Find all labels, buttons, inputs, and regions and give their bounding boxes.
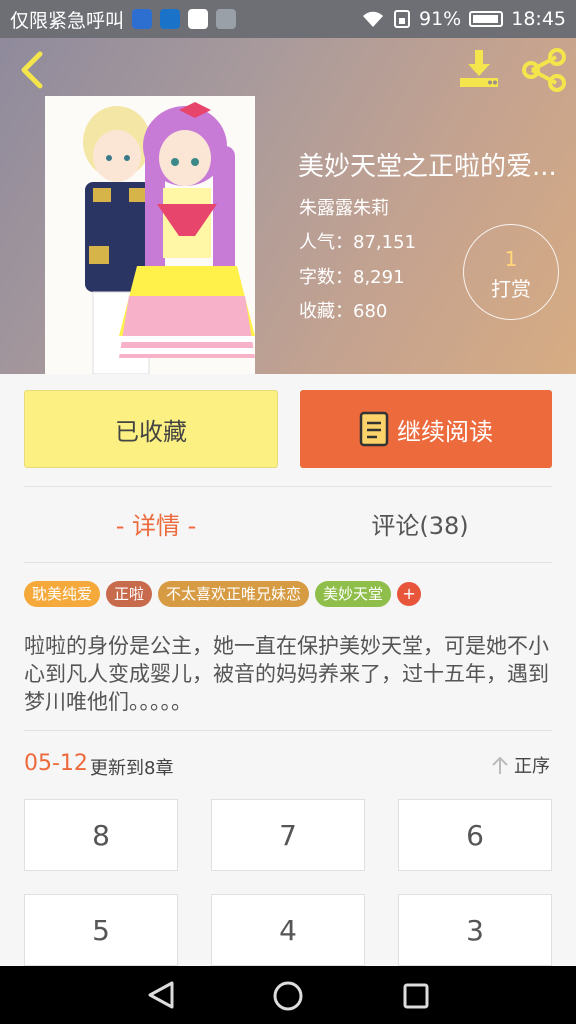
tag-item[interactable]: 正啦: [106, 581, 153, 607]
reward-label: 打赏: [491, 277, 531, 301]
book-synopsis: 啦啦的身份是公主，她一直在保护美妙天堂，可是她不小心到凡人变成婴儿，被音的妈妈养…: [24, 634, 549, 714]
divider: [24, 486, 552, 487]
word-count-stat: 字数：8,291: [299, 267, 405, 288]
wifi-icon: [363, 11, 383, 27]
chapter-button[interactable]: 7: [211, 799, 365, 871]
reward-count: 1: [504, 247, 518, 271]
chapter-button[interactable]: 5: [24, 894, 178, 966]
status-bar: 仅限紧急呼叫 91% 18:45: [0, 0, 576, 38]
reward-button[interactable]: 1 打赏: [463, 224, 559, 320]
chapter-button[interactable]: 8: [24, 799, 178, 871]
tab-detail[interactable]: - 详情 -: [56, 506, 256, 541]
clock: 18:45: [511, 8, 566, 30]
book-title: 美妙天堂之正啦的爱...: [298, 152, 557, 182]
share-icon[interactable]: [520, 48, 568, 92]
collections-stat: 收藏：680: [299, 301, 388, 322]
collected-label: 已收藏: [115, 417, 187, 446]
add-tag-button[interactable]: +: [397, 582, 422, 606]
tag-item[interactable]: 美妙天堂: [315, 581, 392, 607]
chapter-button[interactable]: 4: [211, 894, 365, 966]
app-icon-blue-k: [132, 9, 153, 29]
continue-reading-button[interactable]: 继续阅读: [300, 390, 552, 468]
popularity-stat: 人气：87,151: [299, 232, 416, 253]
update-status: 更新到8章: [90, 758, 174, 779]
chapter-button[interactable]: 6: [398, 799, 552, 871]
tag-item[interactable]: 耽美纯爱: [24, 581, 101, 607]
sort-order-button[interactable]: 正序: [490, 752, 550, 778]
back-arrow-icon[interactable]: [14, 50, 50, 90]
tag-list: 耽美纯爱 正啦 不太喜欢正唯兄妹恋 美妙天堂 +: [24, 581, 422, 607]
download-icon[interactable]: [456, 48, 502, 90]
emergency-calls-text: 仅限紧急呼叫: [10, 9, 125, 32]
recent-square-icon[interactable]: [402, 982, 430, 1010]
tag-item[interactable]: 不太喜欢正唯兄妹恋: [158, 581, 310, 607]
collected-button[interactable]: 已收藏: [24, 390, 278, 468]
back-triangle-icon[interactable]: [146, 980, 176, 1010]
battery-icon: [469, 11, 504, 27]
continue-reading-label: 继续阅读: [397, 417, 493, 446]
book-icon: [359, 411, 389, 447]
book-cover-image[interactable]: [45, 96, 255, 374]
update-date: 05-12: [24, 751, 88, 776]
battery-percent: 91%: [419, 8, 462, 30]
sort-order-label: 正序: [514, 756, 550, 777]
app-icon-blue: [160, 9, 181, 29]
system-nav-bar: [0, 966, 576, 1024]
book-author[interactable]: 朱露露朱莉: [299, 194, 389, 220]
divider: [24, 730, 552, 731]
chapter-button[interactable]: 3: [398, 894, 552, 966]
image-icon: [216, 9, 237, 29]
qq-icon: [188, 9, 209, 29]
sim-icon: [394, 10, 410, 28]
tab-comments[interactable]: 评论(38): [320, 506, 520, 541]
home-circle-icon[interactable]: [272, 980, 304, 1012]
divider: [24, 562, 552, 563]
book-header: 美妙天堂之正啦的爱... 朱露露朱莉 人气：87,151 字数：8,291 收藏…: [0, 38, 576, 374]
arrow-up-icon: [492, 756, 508, 774]
